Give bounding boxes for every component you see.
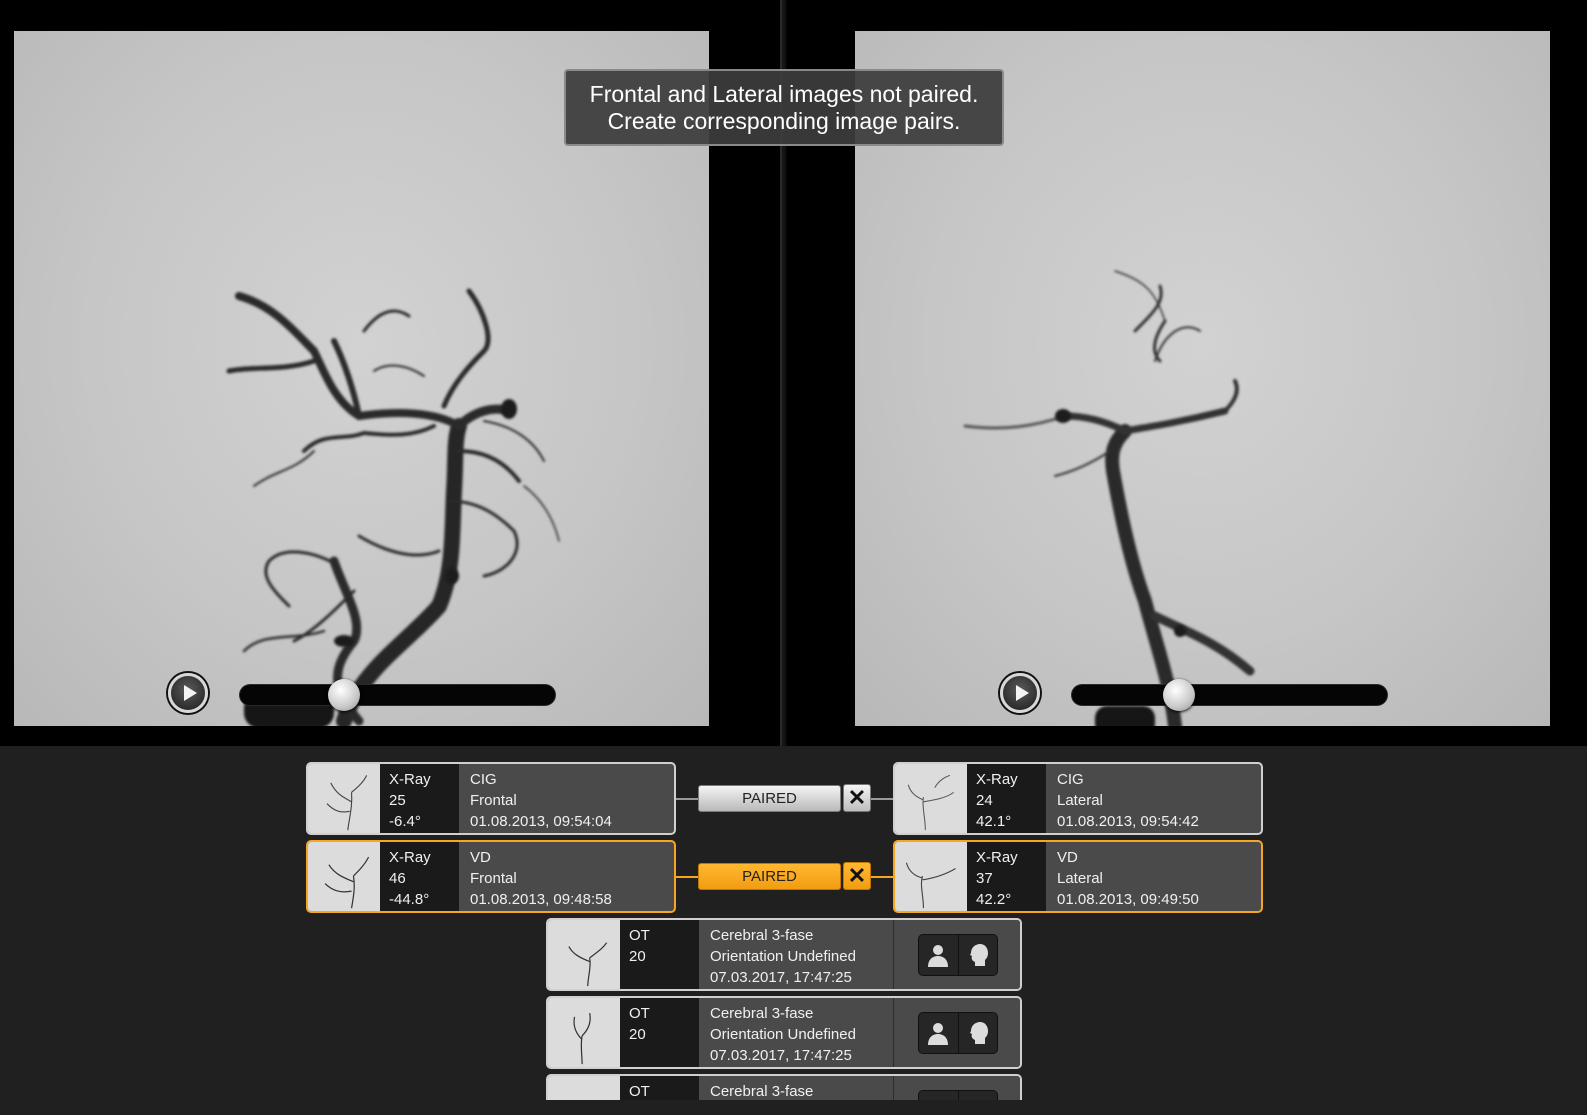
- image-thumbnail: [308, 842, 380, 911]
- lateral-slider-thumb[interactable]: [1163, 679, 1195, 711]
- frontal-slider-thumb[interactable]: [328, 679, 360, 711]
- frontal-play-button[interactable]: [168, 673, 208, 713]
- card-separator: [893, 920, 894, 989]
- orientation: Lateral: [1057, 870, 1103, 887]
- pairing-app: Frontal and Lateral images not paired. C…: [0, 0, 1587, 1115]
- pair-connector: [676, 876, 698, 878]
- image-meta-primary: X-Ray 24 42.1°: [967, 764, 1046, 833]
- head-lateral-icon[interactable]: [957, 1091, 998, 1100]
- protocol: CIG: [1057, 771, 1084, 788]
- pairing-warning-overlay: Frontal and Lateral images not paired. C…: [564, 69, 1004, 146]
- image-meta-primary: OT 20: [620, 998, 699, 1067]
- paired-button[interactable]: PAIRED: [698, 863, 841, 890]
- image-meta-secondary: VD Lateral 01.08.2013, 09:49:50: [1046, 842, 1261, 911]
- card-separator: [893, 1076, 894, 1100]
- modality: OT: [629, 927, 650, 944]
- frame-count: 24: [976, 792, 993, 809]
- image-thumbnail: [308, 764, 380, 833]
- modality: OT: [629, 1083, 650, 1100]
- warning-line-2: Create corresponding image pairs.: [607, 108, 961, 134]
- image-thumbnail: [548, 920, 620, 989]
- protocol: VD: [470, 849, 491, 866]
- play-icon: [183, 685, 197, 701]
- frame-count: 20: [629, 948, 646, 965]
- image-thumbnail: [895, 764, 967, 833]
- unpaired-image-card[interactable]: OT Cerebral 3-fase: [546, 1074, 1022, 1100]
- orientation-toggle: [918, 934, 998, 976]
- close-icon[interactable]: ✕: [843, 784, 871, 812]
- person-frontal-icon[interactable]: [919, 1013, 958, 1053]
- datetime: 01.08.2013, 09:54:42: [1057, 813, 1199, 830]
- lateral-image-card[interactable]: X-Ray 37 42.2° VD Lateral 01.08.2013, 09…: [893, 840, 1263, 913]
- pair-connector: [871, 798, 893, 800]
- modality: X-Ray: [389, 771, 431, 788]
- image-meta-primary: X-Ray 37 42.2°: [967, 842, 1046, 911]
- lateral-frame-slider[interactable]: [1072, 679, 1387, 711]
- frontal-image-card[interactable]: X-Ray 46 -44.8° VD Frontal 01.08.2013, 0…: [306, 840, 676, 913]
- person-frontal-icon[interactable]: [919, 935, 958, 975]
- head-lateral-icon[interactable]: [957, 935, 998, 975]
- pair-connector: [871, 876, 893, 878]
- angle: 42.2°: [976, 891, 1012, 908]
- protocol: CIG: [470, 771, 497, 788]
- angle: -6.4°: [389, 813, 421, 830]
- modality: OT: [629, 1005, 650, 1022]
- datetime: 01.08.2013, 09:48:58: [470, 891, 612, 908]
- orientation-toggle: [918, 1012, 998, 1054]
- pair-connector: [676, 798, 698, 800]
- viewer-area: Frontal and Lateral images not paired. C…: [0, 0, 1587, 746]
- image-pairing-list: X-Ray 25 -6.4° CIG Frontal 01.08.2013, 0…: [0, 746, 1587, 1100]
- image-meta-secondary: CIG Lateral 01.08.2013, 09:54:42: [1046, 764, 1261, 833]
- frame-count: 37: [976, 870, 993, 887]
- image-thumbnail: [548, 1076, 620, 1100]
- close-icon[interactable]: ✕: [843, 862, 871, 890]
- head-lateral-icon[interactable]: [957, 1013, 998, 1053]
- lateral-play-button[interactable]: [1000, 673, 1040, 713]
- image-meta-primary: OT 20: [620, 920, 699, 989]
- card-separator: [893, 998, 894, 1067]
- paired-button[interactable]: PAIRED: [698, 785, 841, 812]
- image-meta-secondary: VD Frontal 01.08.2013, 09:48:58: [459, 842, 674, 911]
- orientation: Frontal: [470, 870, 517, 887]
- unpaired-image-card[interactable]: OT 20 Cerebral 3-fase Orientation Undefi…: [546, 996, 1022, 1069]
- image-meta-secondary: CIG Frontal 01.08.2013, 09:54:04: [459, 764, 674, 833]
- protocol: VD: [1057, 849, 1078, 866]
- orientation: Lateral: [1057, 792, 1103, 809]
- image-thumbnail: [895, 842, 967, 911]
- orientation: Frontal: [470, 792, 517, 809]
- angle: -44.8°: [389, 891, 430, 908]
- frontal-frame-slider[interactable]: [240, 679, 555, 711]
- unpaired-image-card[interactable]: OT 20 Cerebral 3-fase Orientation Undefi…: [546, 918, 1022, 991]
- image-meta-primary: X-Ray 46 -44.8°: [380, 842, 459, 911]
- modality: X-Ray: [976, 849, 1018, 866]
- image-thumbnail: [548, 998, 620, 1067]
- datetime: 01.08.2013, 09:49:50: [1057, 891, 1199, 908]
- orientation-toggle: [918, 1090, 998, 1100]
- datetime: 01.08.2013, 09:54:04: [470, 813, 612, 830]
- modality: X-Ray: [389, 849, 431, 866]
- frontal-image-card[interactable]: X-Ray 25 -6.4° CIG Frontal 01.08.2013, 0…: [306, 762, 676, 835]
- modality: X-Ray: [976, 771, 1018, 788]
- lateral-image-card[interactable]: X-Ray 24 42.1° CIG Lateral 01.08.2013, 0…: [893, 762, 1263, 835]
- play-icon: [1015, 685, 1029, 701]
- image-meta-primary: OT: [620, 1076, 699, 1100]
- frame-count: 20: [629, 1026, 646, 1043]
- image-meta-primary: X-Ray 25 -6.4°: [380, 764, 459, 833]
- frame-count: 25: [389, 792, 406, 809]
- person-frontal-icon[interactable]: [919, 1091, 958, 1100]
- warning-line-1: Frontal and Lateral images not paired.: [589, 81, 979, 107]
- frame-count: 46: [389, 870, 406, 887]
- angle: 42.1°: [976, 813, 1012, 830]
